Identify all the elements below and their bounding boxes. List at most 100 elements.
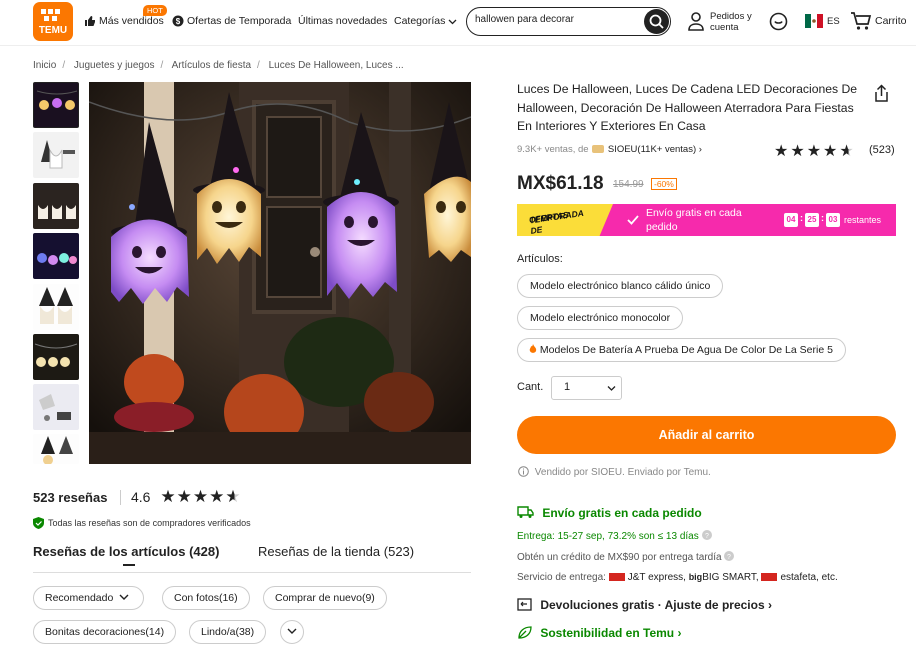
halloween-ghost-lights-photo <box>89 82 471 464</box>
reviews-count: 523 reseñas <box>33 490 108 505</box>
language-code[interactable]: ES <box>827 16 840 27</box>
share-button[interactable] <box>873 84 890 106</box>
search-bar <box>466 7 671 36</box>
top-header: TEMU Más vendidos HOT $ Ofertas de Tempo… <box>0 0 916 46</box>
late-credit-text: Obtén un crédito de MX$90 por entrega ta… <box>517 552 722 563</box>
main-product-image[interactable] <box>89 82 471 464</box>
search-input[interactable] <box>475 14 635 25</box>
seller-link[interactable]: SIOEU(11K+ ventas) <box>608 144 696 155</box>
svg-text:?: ? <box>727 554 731 561</box>
account-line1: Pedidos y <box>710 11 752 22</box>
language-selector[interactable] <box>805 14 823 31</box>
sales-line: 9.3K+ ventas, de SIOEU(11K+ ventas) › <box>517 144 702 155</box>
breadcrumb-current: Luces De Halloween, Luces ... <box>268 60 404 71</box>
breadcrumb-party[interactable]: Artículos de fiesta <box>172 60 251 71</box>
reviews-score: 4.6 ★★★★★ <box>131 487 242 507</box>
account-line2: cuenta <box>710 22 739 33</box>
logo-text: TEMU <box>38 25 68 36</box>
filter-nice-decorations[interactable]: Bonitas decoraciones(14) <box>33 620 177 644</box>
quantity-select[interactable]: 1 <box>551 376 622 400</box>
delivery-service-label: Servicio de entrega: <box>517 572 606 583</box>
free-shipping-row[interactable]: Envío gratis en cada pedido <box>517 506 702 520</box>
sustainability-row[interactable]: Sostenibilidad en Temu › <box>517 626 681 640</box>
review-count-link[interactable]: (523) <box>869 144 895 156</box>
ghost-white-thumb <box>33 183 79 229</box>
option-label: Modelos De Batería A Prueba De Agua De C… <box>539 344 833 356</box>
star-icon: ★ <box>176 487 193 506</box>
account-menu[interactable] <box>687 11 705 34</box>
cart-label[interactable]: Carrito <box>875 15 907 27</box>
account-label[interactable]: Pedidos y cuenta <box>710 11 752 33</box>
cart-icon <box>851 12 872 30</box>
truck-icon <box>517 506 534 518</box>
timer-seconds: 03 <box>826 213 840 227</box>
thumbnail-4[interactable] <box>33 233 79 279</box>
nav-new-arrivals[interactable]: Últimas novedades <box>298 15 387 27</box>
nav-label: Ofertas de Temporada <box>187 15 292 27</box>
nav-seasonal-offers[interactable]: $ Ofertas de Temporada <box>172 15 291 27</box>
filter-buy-again[interactable]: Comprar de nuevo(9) <box>263 586 387 610</box>
chevron-down-icon <box>119 594 129 600</box>
half-star-icon: ★ <box>225 487 242 506</box>
thumbnail-6[interactable] <box>33 334 79 380</box>
chevron-down-icon <box>448 19 457 24</box>
returns-text: Devoluciones gratis · Ajuste de precios <box>540 598 765 612</box>
sales-count: 9.3K+ ventas, de <box>517 144 589 155</box>
breadcrumb-home[interactable]: Inicio <box>33 60 56 71</box>
add-to-cart-button[interactable]: Añadir al carrito <box>517 416 896 454</box>
more-filters-button[interactable] <box>280 620 304 644</box>
estafeta-logo-icon <box>761 573 778 582</box>
thumbnail-7[interactable] <box>33 384 79 430</box>
thumbnail-8[interactable] <box>33 434 79 464</box>
sort-dropdown[interactable]: Recomendado <box>33 586 145 610</box>
returns-row[interactable]: Devoluciones gratis · Ajuste de precios … <box>517 598 772 612</box>
flame-icon <box>529 344 537 353</box>
help-icon[interactable]: ? <box>701 530 712 540</box>
mexico-flag-icon <box>805 14 823 28</box>
option-monocolor[interactable]: Modelo electrónico monocolor <box>517 306 684 330</box>
filter-with-photos[interactable]: Con fotos(16) <box>162 586 250 610</box>
timer-hours: 04 <box>784 213 798 227</box>
active-tab-indicator <box>123 564 135 566</box>
sold-by-text: Vendido por SIOEU. Enviado por Temu. <box>534 467 711 478</box>
logo-mark-icon <box>41 9 60 21</box>
delivery-text: Entrega: 15-27 sep, 73.2% son ≤ 13 días <box>517 531 699 542</box>
chevron-down-icon <box>287 628 297 634</box>
divider <box>120 490 121 505</box>
leaf-icon <box>518 626 532 639</box>
quantity-value: 1 <box>564 381 571 393</box>
filter-cute[interactable]: Lindo/a(38) <box>189 620 267 644</box>
option-battery-series[interactable]: Modelos De Batería A Prueba De Agua De C… <box>517 338 846 362</box>
rating-stars[interactable]: ★★★★★ <box>774 141 856 161</box>
help-icon[interactable]: ? <box>724 551 735 561</box>
search-button[interactable] <box>644 9 669 34</box>
sort-label: Recomendado <box>45 592 114 604</box>
chevron-right-icon: › <box>698 144 702 155</box>
seasonal-promo-banner: OFERTAS DE TEMPORADA Envío gratis en cada… <box>517 204 896 236</box>
breadcrumb-toys[interactable]: Juguetes y juegos <box>74 60 155 71</box>
thumbnail-5[interactable] <box>33 284 79 330</box>
delivery-service: Servicio de entrega: J&T express, bigBIG… <box>517 572 838 583</box>
ghost-row-thumb <box>33 334 79 380</box>
cart-button[interactable] <box>850 11 872 34</box>
thumbnail-3[interactable] <box>33 183 79 229</box>
support-button[interactable] <box>769 12 788 34</box>
verified-text: Todas las reseñas son de compradores ver… <box>48 518 251 528</box>
sold-by: Vendido por SIOEU. Enviado por Temu. <box>518 466 711 478</box>
returns-box-icon <box>517 598 532 611</box>
tab-store-reviews[interactable]: Reseñas de la tienda (523) <box>258 544 414 559</box>
breadcrumb: Inicio / Juguetes y juegos / Artículos de … <box>33 60 404 71</box>
seasonal-badge: OFERTAS DE TEMPORADA <box>517 204 613 236</box>
nav-best-sellers[interactable]: Más vendidos <box>84 15 164 27</box>
carrier-estafeta: estafeta, etc. <box>780 572 838 583</box>
thumbnail-1[interactable] <box>33 82 79 128</box>
thumbnail-2[interactable] <box>33 132 79 178</box>
star-icon: ★ <box>192 487 210 506</box>
tab-item-reviews[interactable]: Reseñas de los artículos (428) <box>33 544 219 559</box>
ghost-color-thumb <box>33 233 79 279</box>
star-icon: ★ <box>790 143 807 160</box>
temu-logo[interactable]: TEMU <box>33 2 73 41</box>
ghost-lights-thumb <box>34 83 78 127</box>
option-warm-white[interactable]: Modelo electrónico blanco cálido único <box>517 274 724 298</box>
nav-categories[interactable]: Categorías <box>394 15 457 27</box>
